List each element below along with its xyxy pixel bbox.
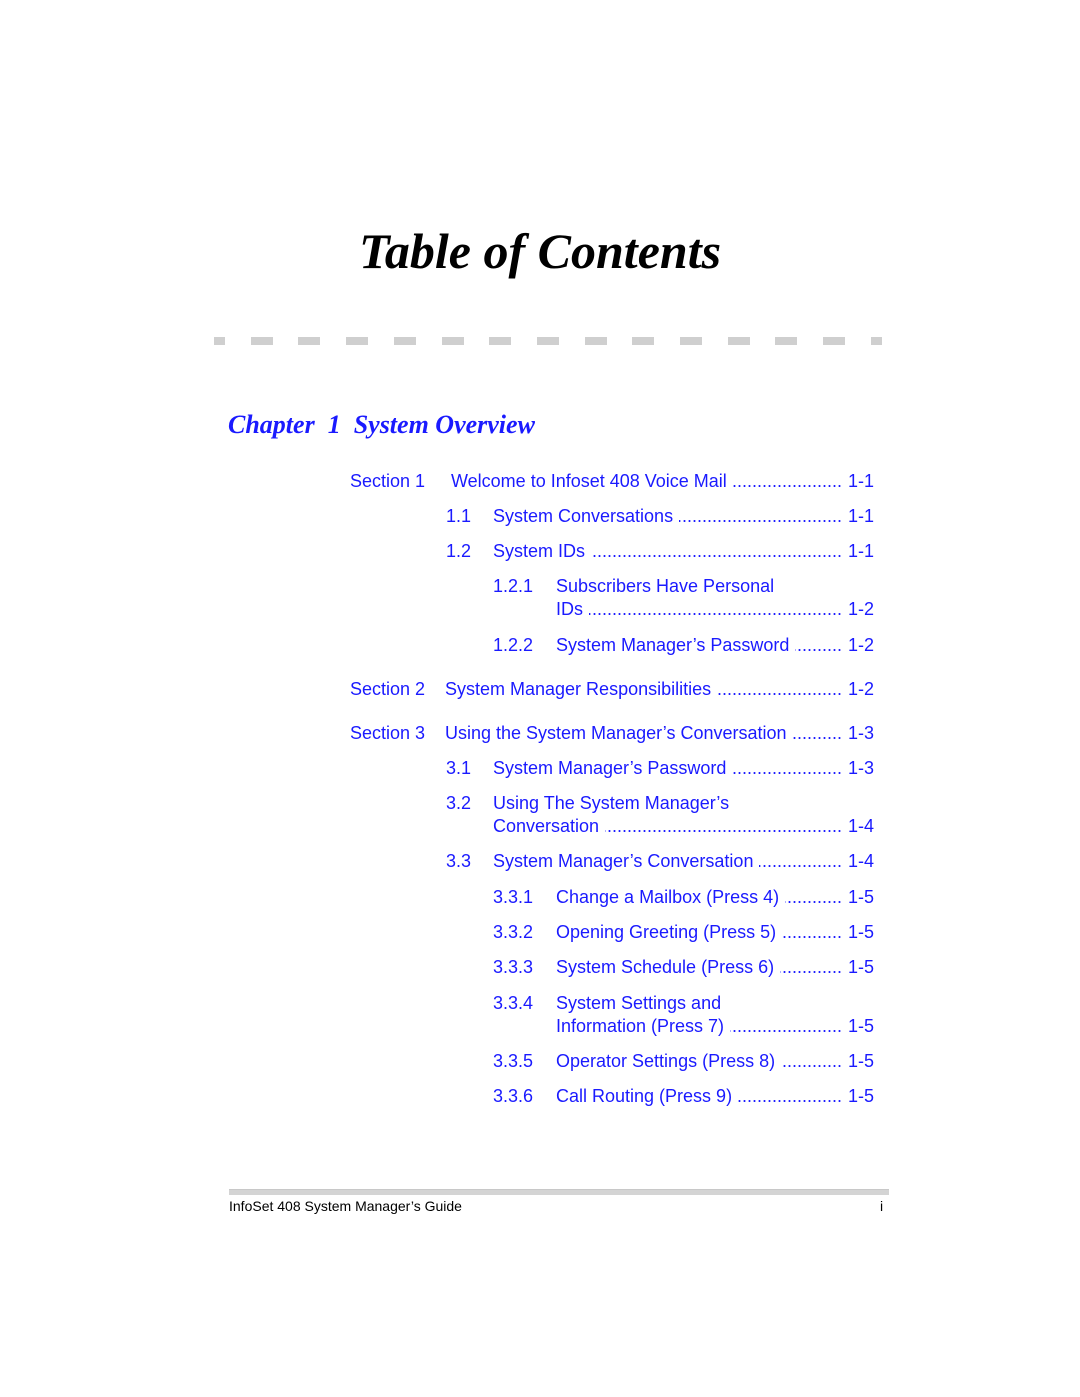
toc-entry-label: Section 2 (350, 679, 426, 699)
footer-page-number: i (880, 1198, 884, 1214)
toc-entry-page: 1-3 (847, 723, 874, 743)
toc-entry-text: System Manager’s Conversation (493, 851, 754, 871)
toc-leader-dots: ........................................… (785, 887, 842, 907)
decorative-dashed-divider (214, 337, 882, 345)
toc-entry-text: Call Routing (Press 9) (556, 1086, 733, 1106)
toc-leader-dots: ........................................… (717, 679, 842, 699)
toc-leader-dots: ........................................… (795, 635, 842, 655)
toc-leader-dots: ........................................… (781, 1051, 842, 1071)
toc-entry-page: 1-4 (847, 851, 874, 871)
toc-entry-page: 1-1 (847, 541, 874, 561)
toc-entry-text: System Manager’s Password (493, 758, 727, 778)
toc-leader-dots: ........................................… (679, 506, 842, 526)
toc-entry-label: Section 1 (350, 471, 426, 491)
toc-leader-dots: ........................................… (780, 957, 842, 977)
toc-entry-label: 1.2.1 (493, 576, 534, 596)
toc-entry-page: 1-5 (847, 1086, 874, 1106)
toc-entry-page: 1-4 (847, 816, 874, 836)
toc-entry-page: 1-2 (847, 635, 874, 655)
toc-entry-text: System Manager’s Password (556, 635, 790, 655)
toc-entry-page: 1-3 (847, 758, 874, 778)
toc-leader-dots: ........................................… (605, 816, 842, 836)
toc-entry-label: 3.3.3 (493, 957, 534, 977)
toc-entry-label: 3.3.6 (493, 1086, 534, 1106)
toc-entry-label: 3.3 (446, 851, 472, 871)
toc-leader-dots: ........................................… (759, 851, 842, 871)
toc-entry-text: Using the System Manager’s Conversation (445, 723, 787, 743)
toc-entry-text: System Schedule (Press 6) (556, 957, 775, 977)
toc-entry-text: Operator Settings (Press 8) (556, 1051, 776, 1071)
footer-title: InfoSet 408 System Manager’s Guide (229, 1198, 462, 1214)
chapter-title: System Overview (353, 410, 535, 439)
chapter-label: Chapter (228, 410, 315, 439)
toc-entry-text-continued: IDs (556, 599, 583, 619)
footer-rule (229, 1189, 889, 1195)
toc-leader-dots: ........................................… (782, 922, 842, 942)
toc-entry-page: 1-5 (847, 922, 874, 942)
toc-leader-dots: ........................................… (793, 723, 842, 743)
chapter-number: 1 (327, 410, 341, 439)
toc-entry-page: 1-2 (847, 679, 874, 699)
toc-entry-label: 3.2 (446, 793, 472, 813)
toc-entry-page: 1-5 (847, 957, 874, 977)
toc-entry-page: 1-2 (847, 599, 874, 619)
toc-entry-label: 3.3.2 (493, 922, 534, 942)
toc-entry-label: Section 3 (350, 723, 426, 743)
toc-entry-page: 1-1 (847, 471, 874, 491)
toc-entry-label: 3.3.1 (493, 887, 534, 907)
toc-entry-text: Change a Mailbox (Press 4) (556, 887, 780, 907)
toc-leader-dots: ........................................… (738, 1086, 842, 1106)
toc-leader-dots: ........................................… (732, 758, 842, 778)
toc-entry-text: System Manager Responsibilities (445, 679, 712, 699)
toc-leader-dots: ........................................… (589, 599, 842, 619)
toc-entry-page: 1-1 (847, 506, 874, 526)
toc-entry-text: Using The System Manager’s (493, 793, 730, 813)
toc-leader-dots: ........................................… (591, 541, 842, 561)
toc-entry-text: System Settings and (556, 993, 722, 1013)
toc-entry-text: Subscribers Have Personal (556, 576, 775, 596)
toc-entry-label: 3.3.4 (493, 993, 534, 1013)
toc-entry-text: System Conversations (493, 506, 674, 526)
toc-entry-page: 1-5 (847, 887, 874, 907)
chapter-heading[interactable]: Chapter 1 System Overview (228, 410, 535, 440)
toc-entry-label: 3.1 (446, 758, 472, 778)
toc-entry-text: Opening Greeting (Press 5) (556, 922, 777, 942)
toc-entry-label: 3.3.5 (493, 1051, 534, 1071)
toc-entry-label: 1.1 (446, 506, 472, 526)
toc-entry-label: 1.2 (446, 541, 472, 561)
toc-leader-dots: ........................................… (730, 1016, 842, 1036)
toc-entry-text: Welcome to Infoset 408 Voice Mail (451, 471, 727, 491)
toc-entry-text-continued: Conversation (493, 816, 600, 836)
page-title: Table of Contents (358, 223, 722, 279)
toc-entry-text: System IDs (493, 541, 586, 561)
toc-entry-label: 1.2.2 (493, 635, 534, 655)
toc-entry-page: 1-5 (847, 1051, 874, 1071)
toc-leader-dots: ........................................… (733, 471, 842, 491)
toc-entry-page: 1-5 (847, 1016, 874, 1036)
toc-entry-text-continued: Information (Press 7) (556, 1016, 725, 1036)
